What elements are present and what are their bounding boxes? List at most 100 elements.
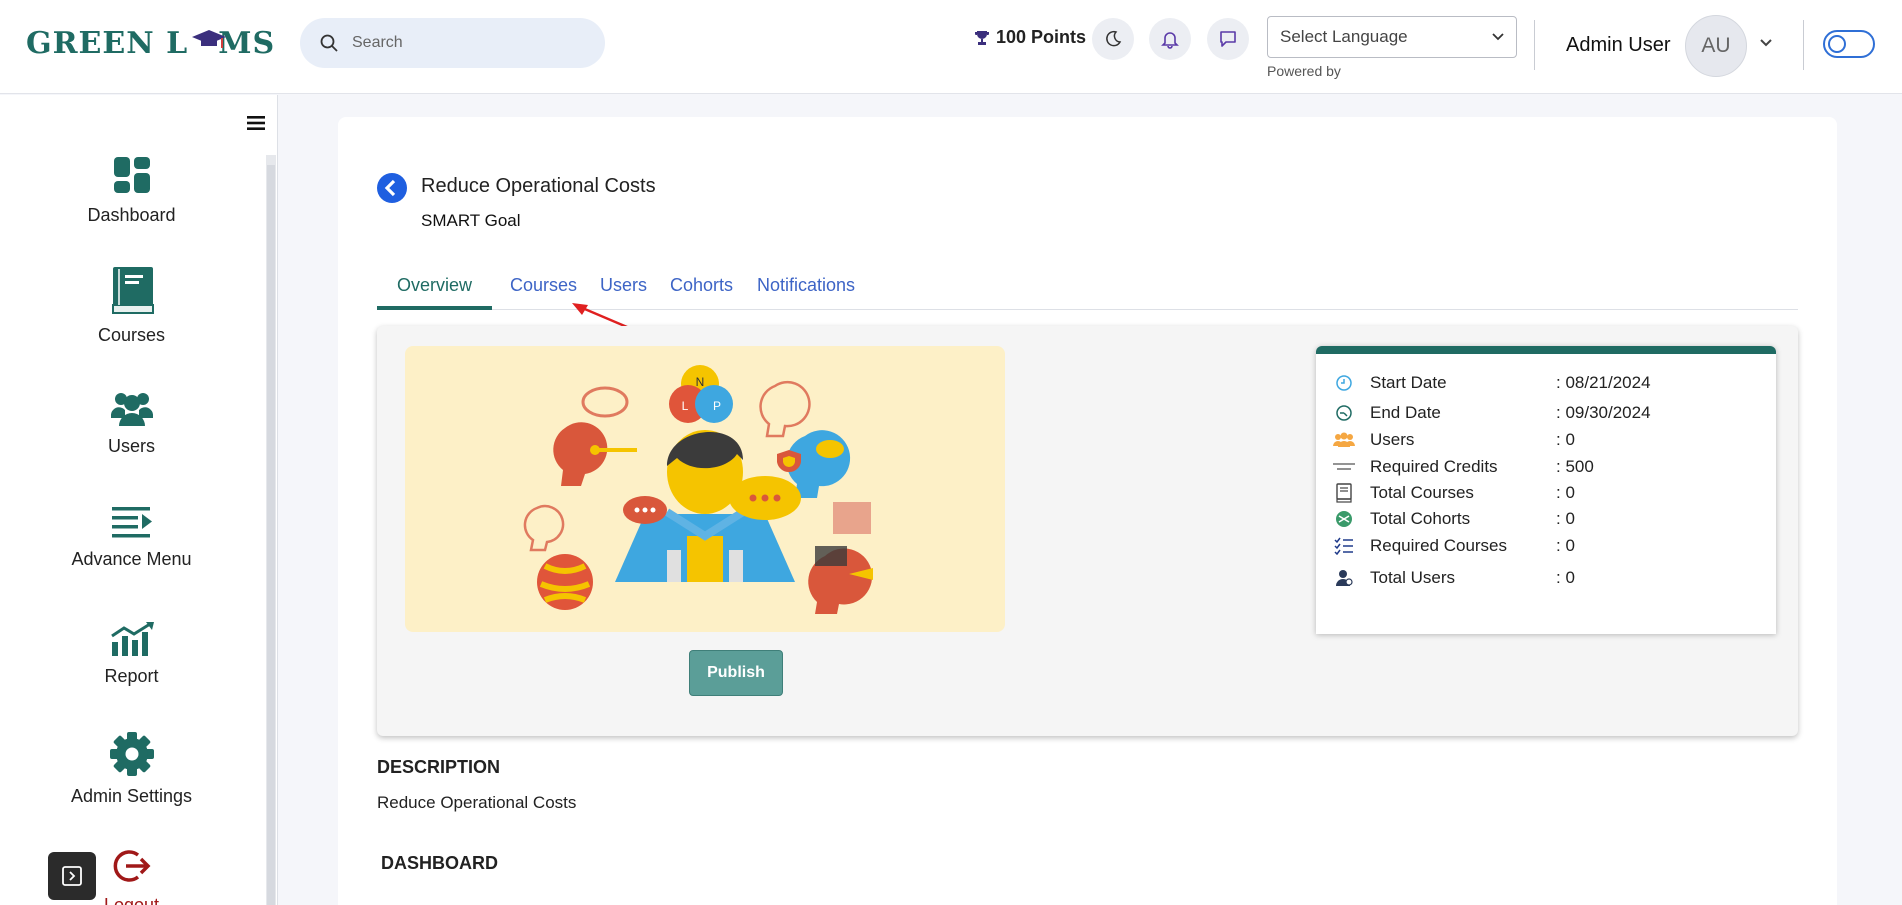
notifications-button[interactable] bbox=[1149, 18, 1191, 60]
green-lms-logo[interactable]: GREEN L MS bbox=[26, 26, 275, 61]
description-heading: DESCRIPTION bbox=[377, 757, 501, 777]
user-name[interactable]: Admin User bbox=[1566, 34, 1670, 57]
hero-letter-l: L bbox=[682, 399, 689, 413]
stat-label: Total Users bbox=[1370, 568, 1456, 587]
page-subtitle: SMART Goal bbox=[421, 211, 521, 230]
sidebar-item-label: Users bbox=[107, 436, 155, 456]
clock-end-icon bbox=[1336, 405, 1352, 421]
avatar[interactable]: AU bbox=[1685, 15, 1747, 77]
hero-letter-p: P bbox=[713, 399, 721, 413]
chat-icon bbox=[1220, 31, 1236, 47]
sidebar-item-report[interactable]: Report bbox=[0, 622, 263, 687]
stat-label: Required Courses bbox=[1370, 536, 1508, 555]
stat-value: : 500 bbox=[1556, 457, 1594, 476]
stat-total-users: Total Users : 0 bbox=[1332, 567, 1575, 589]
logo-text-left: GREEN L bbox=[26, 26, 189, 61]
clock-icon bbox=[1336, 375, 1352, 391]
bell-icon bbox=[1161, 32, 1179, 49]
dashboard-icon bbox=[113, 157, 150, 193]
dashboard-heading: DASHBOARD bbox=[381, 853, 498, 873]
goal-stats-card: Start Date : 08/21/2024 End Date : 09/30… bbox=[1316, 346, 1776, 634]
sidebar-item-users[interactable]: Users bbox=[0, 390, 263, 457]
language-select[interactable]: Select Language bbox=[1267, 16, 1517, 58]
tab-notifications[interactable]: Notifications bbox=[737, 272, 875, 310]
expand-icon bbox=[62, 866, 82, 886]
users-icon bbox=[1333, 432, 1355, 447]
logout-icon bbox=[113, 850, 150, 882]
search-input[interactable] bbox=[352, 34, 572, 52]
trophy-icon bbox=[975, 30, 989, 45]
stat-required-credits: Required Credits : 500 bbox=[1332, 456, 1594, 478]
logo-text-right: MS bbox=[218, 26, 276, 61]
language-select-value: Select Language bbox=[1280, 27, 1408, 46]
sidebar: Dashboard Courses Users Advance Menu Rep… bbox=[0, 95, 278, 905]
hero-letter-n: N bbox=[696, 375, 705, 389]
courses-icon bbox=[1336, 483, 1352, 503]
stat-label: Required Credits bbox=[1370, 457, 1498, 476]
stat-total-cohorts: Total Cohorts : 0 bbox=[1332, 508, 1575, 530]
stat-value: : 0 bbox=[1556, 430, 1575, 449]
moon-icon bbox=[1106, 30, 1122, 47]
stat-required-courses: Required Courses : 0 bbox=[1332, 535, 1575, 557]
stat-label: Total Courses bbox=[1370, 483, 1474, 502]
theme-toggle[interactable] bbox=[1823, 30, 1875, 58]
stat-value: : 0 bbox=[1556, 509, 1575, 528]
back-arrow-icon[interactable] bbox=[377, 173, 407, 203]
sidebar-item-advance-menu[interactable]: Advance Menu bbox=[0, 505, 263, 570]
sidebar-item-admin-settings[interactable]: Admin Settings bbox=[0, 732, 263, 807]
sidebar-item-label: Admin Settings bbox=[70, 786, 193, 806]
stat-label: End Date bbox=[1370, 403, 1441, 422]
hamburger-menu-icon[interactable] bbox=[247, 115, 265, 131]
header-divider bbox=[1534, 20, 1535, 70]
sidebar-item-label: Courses bbox=[97, 325, 166, 345]
stat-value: : 0 bbox=[1556, 483, 1575, 502]
gear-icon bbox=[109, 732, 154, 776]
search-box[interactable] bbox=[300, 18, 605, 68]
checklist-icon bbox=[1334, 537, 1353, 555]
points-value: 100 Points bbox=[996, 27, 1087, 47]
stat-label: Start Date bbox=[1370, 373, 1447, 392]
sidebar-item-label: Report bbox=[104, 666, 159, 686]
stat-label: Total Cohorts bbox=[1370, 509, 1471, 528]
tab-overview[interactable]: Overview bbox=[377, 272, 493, 310]
stat-label: Users bbox=[1370, 430, 1415, 449]
expand-panel-button[interactable] bbox=[48, 852, 96, 900]
user-menu-chevron-icon[interactable] bbox=[1759, 38, 1773, 47]
description-text: Reduce Operational Costs bbox=[377, 793, 577, 812]
book-icon bbox=[111, 267, 154, 314]
stat-total-courses: Total Courses : 0 bbox=[1332, 482, 1575, 504]
header-divider bbox=[1803, 20, 1804, 70]
page-title: Reduce Operational Costs bbox=[421, 175, 656, 197]
goal-illustration: N L P bbox=[405, 346, 1005, 632]
dark-mode-button[interactable] bbox=[1092, 18, 1134, 60]
sidebar-item-label: Advance Menu bbox=[71, 549, 192, 569]
credits-icon bbox=[1333, 463, 1355, 470]
stat-value: : 09/30/2024 bbox=[1556, 403, 1651, 422]
messages-button[interactable] bbox=[1207, 18, 1249, 60]
menu-arrow-icon bbox=[111, 507, 152, 538]
stat-value: : 0 bbox=[1556, 536, 1575, 555]
chevron-down-icon bbox=[1492, 33, 1504, 41]
publish-button[interactable]: Publish bbox=[689, 650, 783, 696]
top-header: GREEN L MS 100 Points Select Language Po… bbox=[0, 0, 1902, 94]
stat-users: Users : 0 bbox=[1332, 429, 1575, 451]
stat-end-date: End Date : 09/30/2024 bbox=[1332, 402, 1651, 424]
sidebar-item-label: Logout bbox=[103, 895, 160, 905]
sidebar-item-courses[interactable]: Courses bbox=[0, 265, 263, 346]
sidebar-item-logout[interactable]: Logout bbox=[0, 847, 263, 905]
scrollbar-thumb[interactable] bbox=[267, 165, 275, 905]
search-icon bbox=[320, 34, 338, 52]
sidebar-scrollbar[interactable] bbox=[266, 155, 276, 905]
stat-start-date: Start Date : 08/21/2024 bbox=[1332, 372, 1651, 394]
sidebar-item-dashboard[interactable]: Dashboard bbox=[0, 155, 263, 226]
stat-value: : 0 bbox=[1556, 568, 1575, 587]
sidebar-item-label: Dashboard bbox=[87, 205, 176, 225]
cohorts-icon bbox=[1336, 511, 1352, 527]
points-display: 100 Points bbox=[974, 27, 1086, 48]
user-icon bbox=[1336, 570, 1353, 586]
report-chart-icon bbox=[110, 622, 154, 656]
powered-by-text: Powered by bbox=[1267, 63, 1341, 79]
stat-value: : 08/21/2024 bbox=[1556, 373, 1651, 392]
users-icon bbox=[110, 393, 153, 426]
toggle-knob bbox=[1828, 35, 1846, 53]
